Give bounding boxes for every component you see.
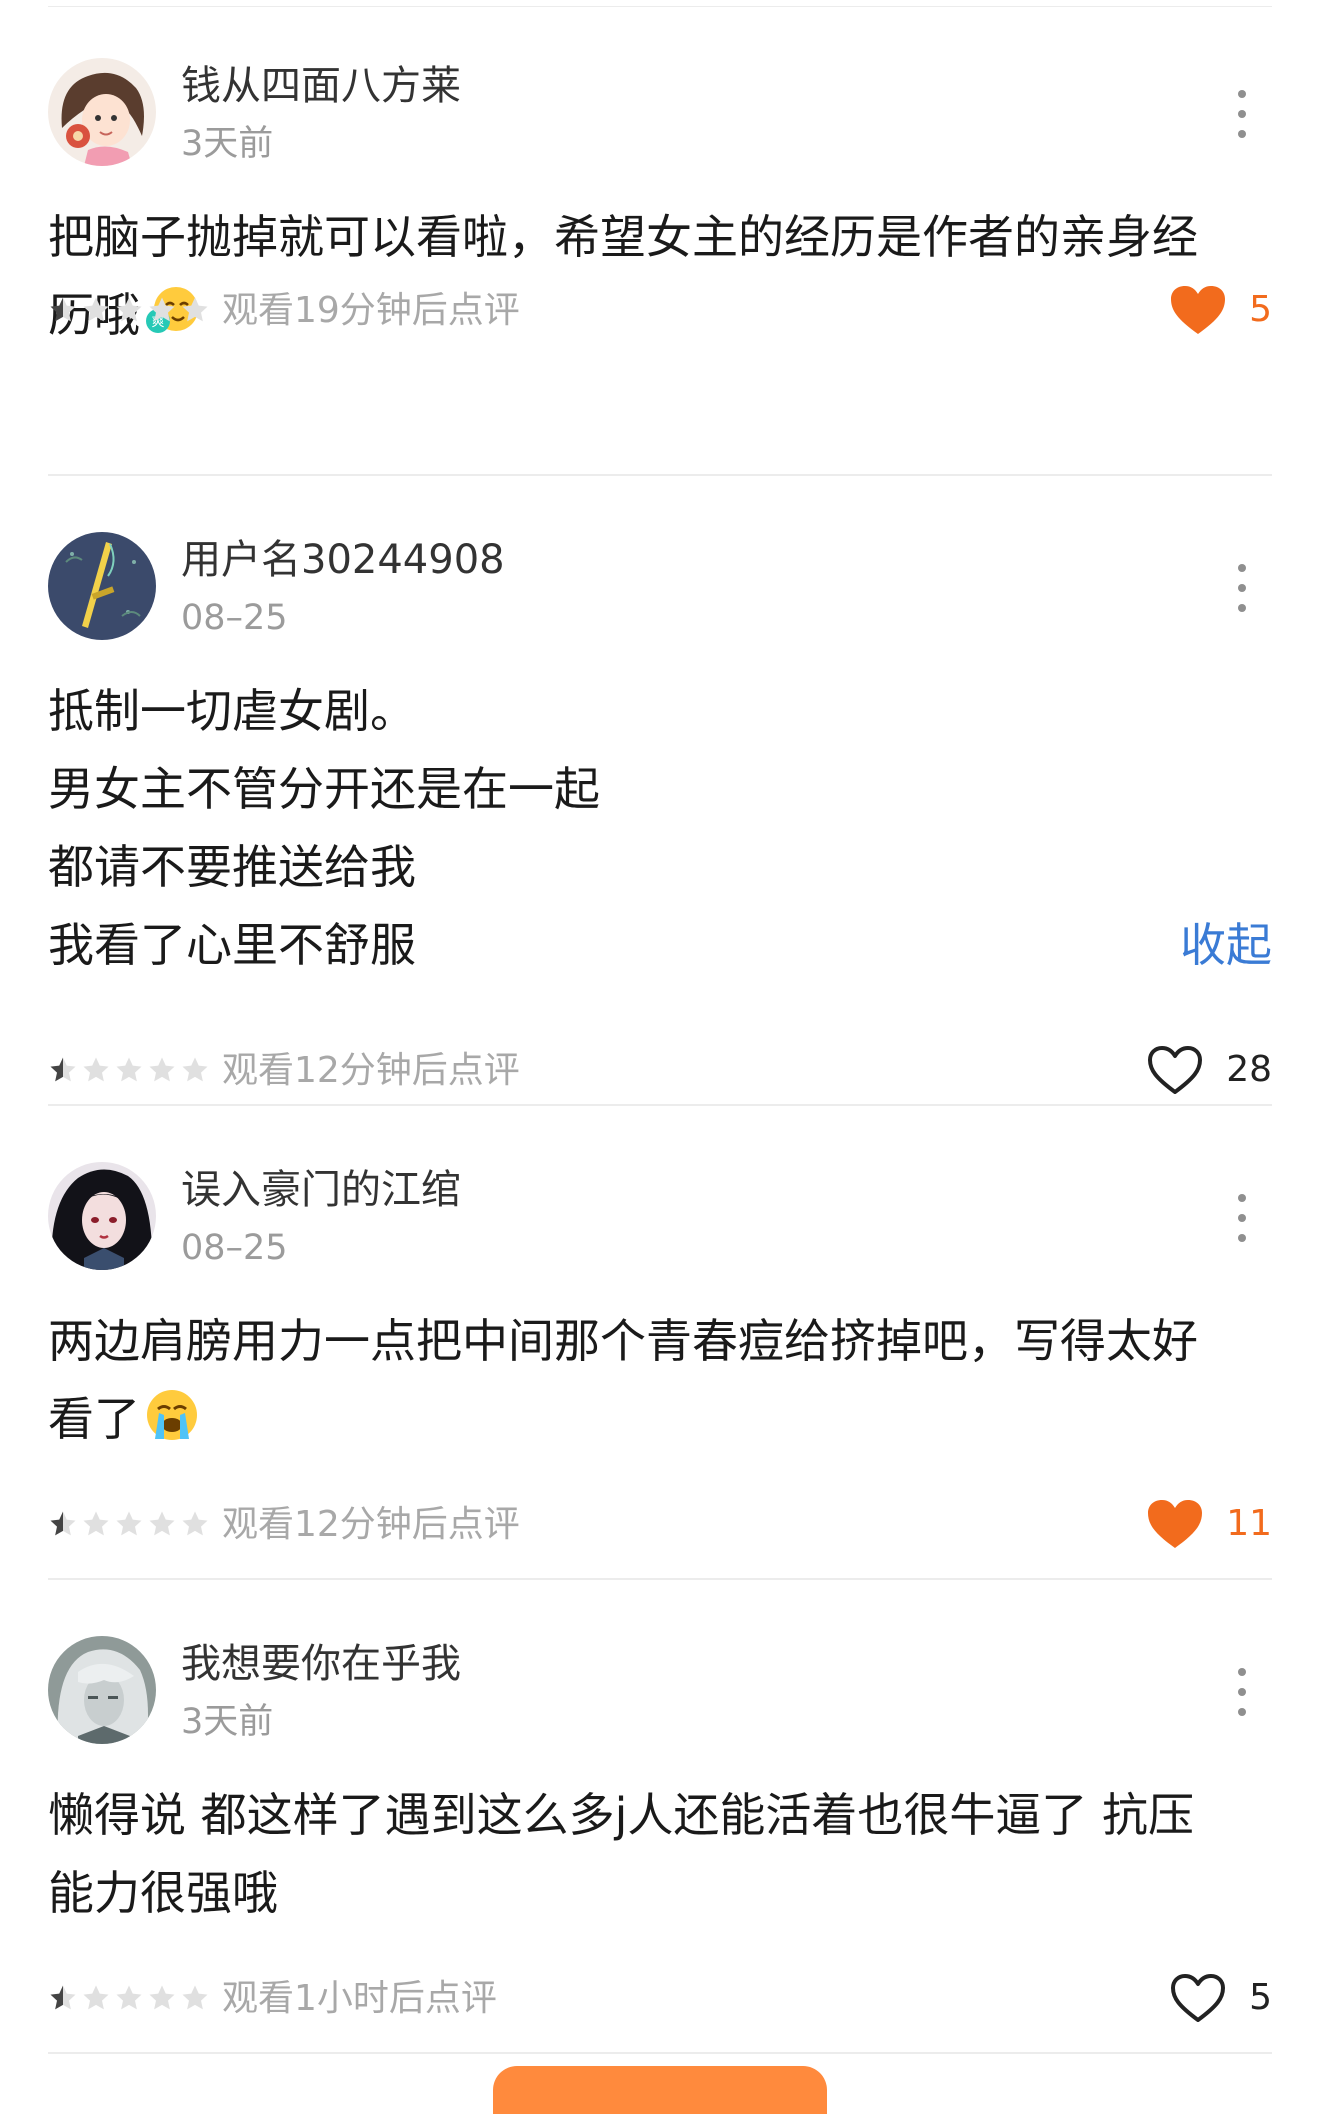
star-rating <box>48 294 213 326</box>
more-options-icon[interactable] <box>1222 1190 1262 1246</box>
rating-row: 观看1小时后点评 5 <box>48 1970 1272 2026</box>
watch-duration: 观看1小时后点评 <box>222 1978 497 2019</box>
empty-star-icon <box>149 1985 175 2010</box>
more-options-icon[interactable] <box>1222 86 1262 142</box>
empty-star-icon <box>83 1511 109 1536</box>
like-button[interactable]: 5 <box>1169 282 1272 338</box>
empty-star-icon <box>83 297 109 322</box>
username[interactable]: 用户名30244908 <box>181 532 505 588</box>
empty-star-icon <box>116 1985 142 2010</box>
user-avatar[interactable] <box>48 58 156 166</box>
comment-line-with-emoji: 看了 <box>48 1380 1272 1458</box>
like-button[interactable]: 5 <box>1169 1970 1272 2026</box>
comment-item: 我想要你在乎我 3天前 懒得说 都这样了遇到这么多j人还能活着也很牛逼了 抗压 … <box>0 1578 1320 2054</box>
empty-star-icon <box>116 1511 142 1536</box>
like-count: 5 <box>1249 289 1272 330</box>
like-count: 5 <box>1249 1977 1272 2018</box>
crying-emoji-icon <box>147 1390 197 1440</box>
dark-hair-girl-avatar-icon <box>48 1162 156 1270</box>
like-button[interactable]: 11 <box>1146 1496 1272 1552</box>
comment-line: 懒得说 都这样了遇到这么多j人还能活着也很牛逼了 抗压 <box>48 1788 1195 1842</box>
post-time: 3天前 <box>181 1702 274 1742</box>
empty-star-icon <box>149 1057 175 1082</box>
comment-item: 用户名30244908 08–25 抵制一切虐女剧。 男女主不管分开还是在一起 … <box>0 474 1320 1106</box>
comment-item: 钱从四面八方莱 3天前 把脑子抛掉就可以看啦，希望女主的经历是作者的亲身经 历哦… <box>0 0 1320 476</box>
comment-text: 懒得说 都这样了遇到这么多j人还能活着也很牛逼了 抗压 能力很强哦 <box>48 1776 1272 1932</box>
half-star-icon <box>50 1985 76 2010</box>
heart-filled-icon <box>1148 1500 1203 1548</box>
half-star-icon <box>50 1057 76 1082</box>
rating-row: 观看12分钟后点评 28 <box>48 1042 1272 1098</box>
sword-avatar-icon <box>48 532 156 640</box>
empty-star-icon <box>116 297 142 322</box>
watch-duration: 观看12分钟后点评 <box>222 1050 520 1091</box>
post-time: 3天前 <box>181 124 274 164</box>
like-count: 11 <box>1226 1503 1272 1544</box>
empty-star-icon <box>83 1985 109 2010</box>
comment-text: 两边肩膀用力一点把中间那个青春痘给挤掉吧，写得太好 看了 <box>48 1302 1272 1458</box>
user-avatar[interactable] <box>48 532 156 640</box>
empty-star-icon <box>149 297 175 322</box>
empty-star-icon <box>182 1511 208 1536</box>
star-rating <box>48 1054 213 1086</box>
collapse-button[interactable]: 收起 <box>1180 906 1272 984</box>
half-star-icon <box>50 297 76 322</box>
more-options-icon[interactable] <box>1222 560 1262 616</box>
username[interactable]: 误入豪门的江绾 <box>181 1162 461 1218</box>
star-rating <box>48 1982 213 2014</box>
comment-line: 男女主不管分开还是在一起 <box>48 762 600 816</box>
comment-line: 都请不要推送给我 <box>48 840 416 894</box>
empty-star-icon <box>182 1985 208 2010</box>
silver-hair-avatar-icon <box>48 1636 156 1744</box>
cartoon-girl-avatar-icon <box>48 58 156 166</box>
empty-star-icon <box>83 1057 109 1082</box>
comment-line: 把脑子抛掉就可以看啦，希望女主的经历是作者的亲身经 <box>48 210 1198 264</box>
divider <box>48 2052 1272 2054</box>
empty-star-icon <box>182 1057 208 1082</box>
comment-line: 看了 <box>48 1392 140 1446</box>
watch-duration: 观看12分钟后点评 <box>222 1504 520 1545</box>
rating-row: 观看19分钟后点评 5 <box>48 282 1272 338</box>
more-options-icon[interactable] <box>1222 1664 1262 1720</box>
watch-duration: 观看19分钟后点评 <box>222 290 520 331</box>
post-time: 08–25 <box>181 1228 288 1268</box>
empty-star-icon <box>116 1057 142 1082</box>
heart-outline-icon <box>1171 1974 1226 2022</box>
username[interactable]: 钱从四面八方莱 <box>181 58 461 114</box>
comment-text: 抵制一切虐女剧。 男女主不管分开还是在一起 都请不要推送给我 我看了心里不舒服 <box>48 672 1272 984</box>
comment-line: 两边肩膀用力一点把中间那个青春痘给挤掉吧，写得太好 <box>48 1314 1198 1368</box>
comment-line: 能力很强哦 <box>48 1866 278 1920</box>
user-avatar[interactable] <box>48 1636 156 1744</box>
bottom-action-button[interactable] <box>493 2066 827 2114</box>
half-star-icon <box>50 1511 76 1536</box>
heart-outline-icon <box>1148 1046 1203 1094</box>
comment-item: 误入豪门的江绾 08–25 两边肩膀用力一点把中间那个青春痘给挤掉吧，写得太好 … <box>0 1104 1320 1580</box>
empty-star-icon <box>149 1511 175 1536</box>
like-button[interactable]: 28 <box>1146 1042 1272 1098</box>
star-rating <box>48 1508 213 1540</box>
rating-row: 观看12分钟后点评 11 <box>48 1496 1272 1552</box>
empty-star-icon <box>182 297 208 322</box>
username[interactable]: 我想要你在乎我 <box>181 1636 461 1692</box>
post-time: 08–25 <box>181 598 288 638</box>
heart-filled-icon <box>1171 286 1226 334</box>
comment-line: 抵制一切虐女剧。 <box>48 684 416 738</box>
comment-line: 我看了心里不舒服 <box>48 918 416 972</box>
user-avatar[interactable] <box>48 1162 156 1270</box>
like-count: 28 <box>1226 1049 1272 1090</box>
